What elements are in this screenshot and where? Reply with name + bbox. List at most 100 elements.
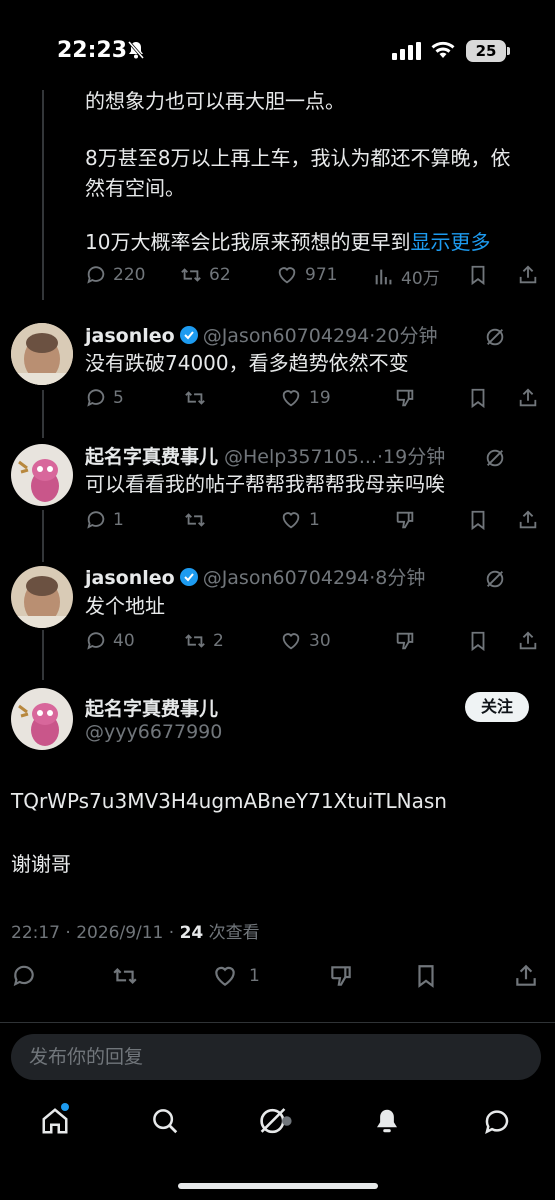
timestamp[interactable]: 8分钟: [375, 567, 425, 589]
repost-icon: [185, 391, 205, 405]
downvote-button[interactable]: [393, 509, 417, 531]
share-icon: [519, 631, 537, 650]
repost-icon: [185, 513, 205, 527]
repost-button[interactable]: [111, 963, 139, 989]
display-name[interactable]: 起名字真费事儿: [85, 446, 218, 468]
display-name[interactable]: 起名字真费事儿: [85, 694, 218, 721]
repost-icon: [181, 268, 201, 282]
reply-button[interactable]: 40: [85, 630, 135, 652]
reply-icon: [13, 965, 34, 987]
avatar[interactable]: [11, 688, 73, 750]
post-body: TQrWPs7u3MV3H4ugmABneY71XtuiTLNasn: [11, 789, 447, 813]
search-icon[interactable]: [150, 1106, 180, 1136]
downvote-icon: [396, 389, 414, 407]
share-button[interactable]: [517, 264, 539, 286]
avatar[interactable]: [11, 323, 73, 385]
bell-off-icon: [127, 41, 145, 59]
share-button[interactable]: [513, 963, 539, 989]
handle[interactable]: @yyy6677990: [85, 721, 222, 743]
heart-icon: [282, 633, 300, 650]
repost-count: 62: [209, 265, 231, 285]
battery-indicator: 25: [466, 40, 506, 62]
like-button[interactable]: 19: [279, 387, 331, 409]
messages-icon[interactable]: [482, 1106, 512, 1136]
bookmark-icon: [471, 631, 485, 652]
bookmark-button[interactable]: [467, 264, 489, 286]
handle[interactable]: @Help357105...: [224, 446, 377, 468]
post-actions: 1: [11, 963, 541, 991]
share-icon: [519, 265, 537, 284]
grok-icon[interactable]: [484, 447, 506, 469]
repost-button[interactable]: [183, 509, 207, 531]
reply-text: 发个地址: [85, 594, 165, 618]
share-button[interactable]: [517, 630, 539, 652]
verified-badge-icon: [179, 326, 198, 344]
grok-icon[interactable]: [258, 1106, 294, 1136]
like-button[interactable]: 1: [279, 509, 320, 531]
reply-count: 1: [113, 510, 124, 530]
show-more-link[interactable]: 显示更多: [410, 230, 490, 254]
handle[interactable]: @Jason60704294: [203, 325, 370, 347]
display-name[interactable]: jasonleo: [85, 325, 175, 347]
repost-count: 2: [213, 631, 224, 651]
reply-text: 没有跌破74000，看多趋势依然不变: [85, 351, 409, 375]
like-count: 1: [309, 510, 320, 530]
share-button[interactable]: [517, 509, 539, 531]
post-text-line: 8万甚至8万以上再上车，我认为都还不算晚，依: [85, 146, 511, 170]
reply-icon: [87, 511, 105, 529]
downvote-button[interactable]: [393, 630, 417, 652]
notifications-bell-icon[interactable]: [372, 1106, 402, 1136]
avatar-image: [11, 323, 73, 385]
like-button[interactable]: 1: [211, 963, 260, 989]
bookmark-button[interactable]: [467, 630, 489, 652]
heart-icon: [215, 966, 235, 986]
repost-button[interactable]: [183, 387, 207, 409]
like-button[interactable]: 30: [279, 630, 331, 652]
avatar[interactable]: [11, 566, 73, 628]
reply-count: 40: [113, 631, 135, 651]
reply-text: 可以看看我的帖子帮帮我帮帮我母亲吗唉: [85, 472, 445, 496]
thread-connector: [42, 510, 44, 562]
bookmark-button[interactable]: [467, 509, 489, 531]
grok-icon[interactable]: [484, 568, 506, 590]
share-icon: [519, 510, 537, 529]
grok-icon[interactable]: [484, 326, 506, 348]
reply-button[interactable]: 5: [85, 387, 124, 409]
avatar-image: [11, 566, 73, 628]
post-actions: 40 2 30: [85, 630, 545, 658]
downvote-button[interactable]: [393, 387, 417, 409]
downvote-button[interactable]: [327, 963, 355, 989]
divider: [0, 1022, 555, 1023]
post-timestamp[interactable]: 22:17 · 2026/9/11 ·: [11, 923, 180, 943]
reply-header: jasonleo @Jason60704294·8分钟: [85, 563, 425, 590]
bookmark-button[interactable]: [413, 963, 439, 989]
bookmark-button[interactable]: [467, 387, 489, 409]
reply-header: 起名字真费事儿 @Help357105...·19分钟: [85, 442, 445, 469]
bookmark-icon: [471, 388, 485, 409]
home-indicator[interactable]: [178, 1183, 378, 1189]
reply-count: 5: [113, 388, 124, 408]
bookmark-icon: [471, 510, 485, 531]
like-count: 971: [305, 265, 338, 285]
handle[interactable]: @Jason60704294: [203, 567, 370, 589]
reply-button[interactable]: [11, 963, 37, 989]
reply-input[interactable]: 发布你的回复: [11, 1034, 541, 1080]
repost-button[interactable]: 62: [179, 264, 231, 286]
repost-button[interactable]: 2: [183, 630, 224, 652]
post-actions: 220 62 971 40万: [85, 264, 545, 292]
follow-button[interactable]: 关注: [465, 692, 529, 722]
avatar[interactable]: [11, 444, 73, 506]
reply-count: 220: [113, 265, 146, 285]
bookmark-icon: [418, 965, 434, 988]
downvote-icon: [331, 966, 351, 986]
reply-button[interactable]: 220: [85, 264, 145, 286]
display-name[interactable]: jasonleo: [85, 567, 175, 589]
timestamp[interactable]: 20分钟: [375, 325, 437, 347]
heart-icon: [282, 390, 300, 407]
timestamp[interactable]: 19分钟: [383, 446, 445, 468]
like-button[interactable]: 971: [275, 264, 337, 286]
reply-button[interactable]: 1: [85, 509, 124, 531]
notification-dot: [61, 1103, 69, 1111]
views-button[interactable]: 40万: [373, 264, 440, 289]
share-button[interactable]: [517, 387, 539, 409]
